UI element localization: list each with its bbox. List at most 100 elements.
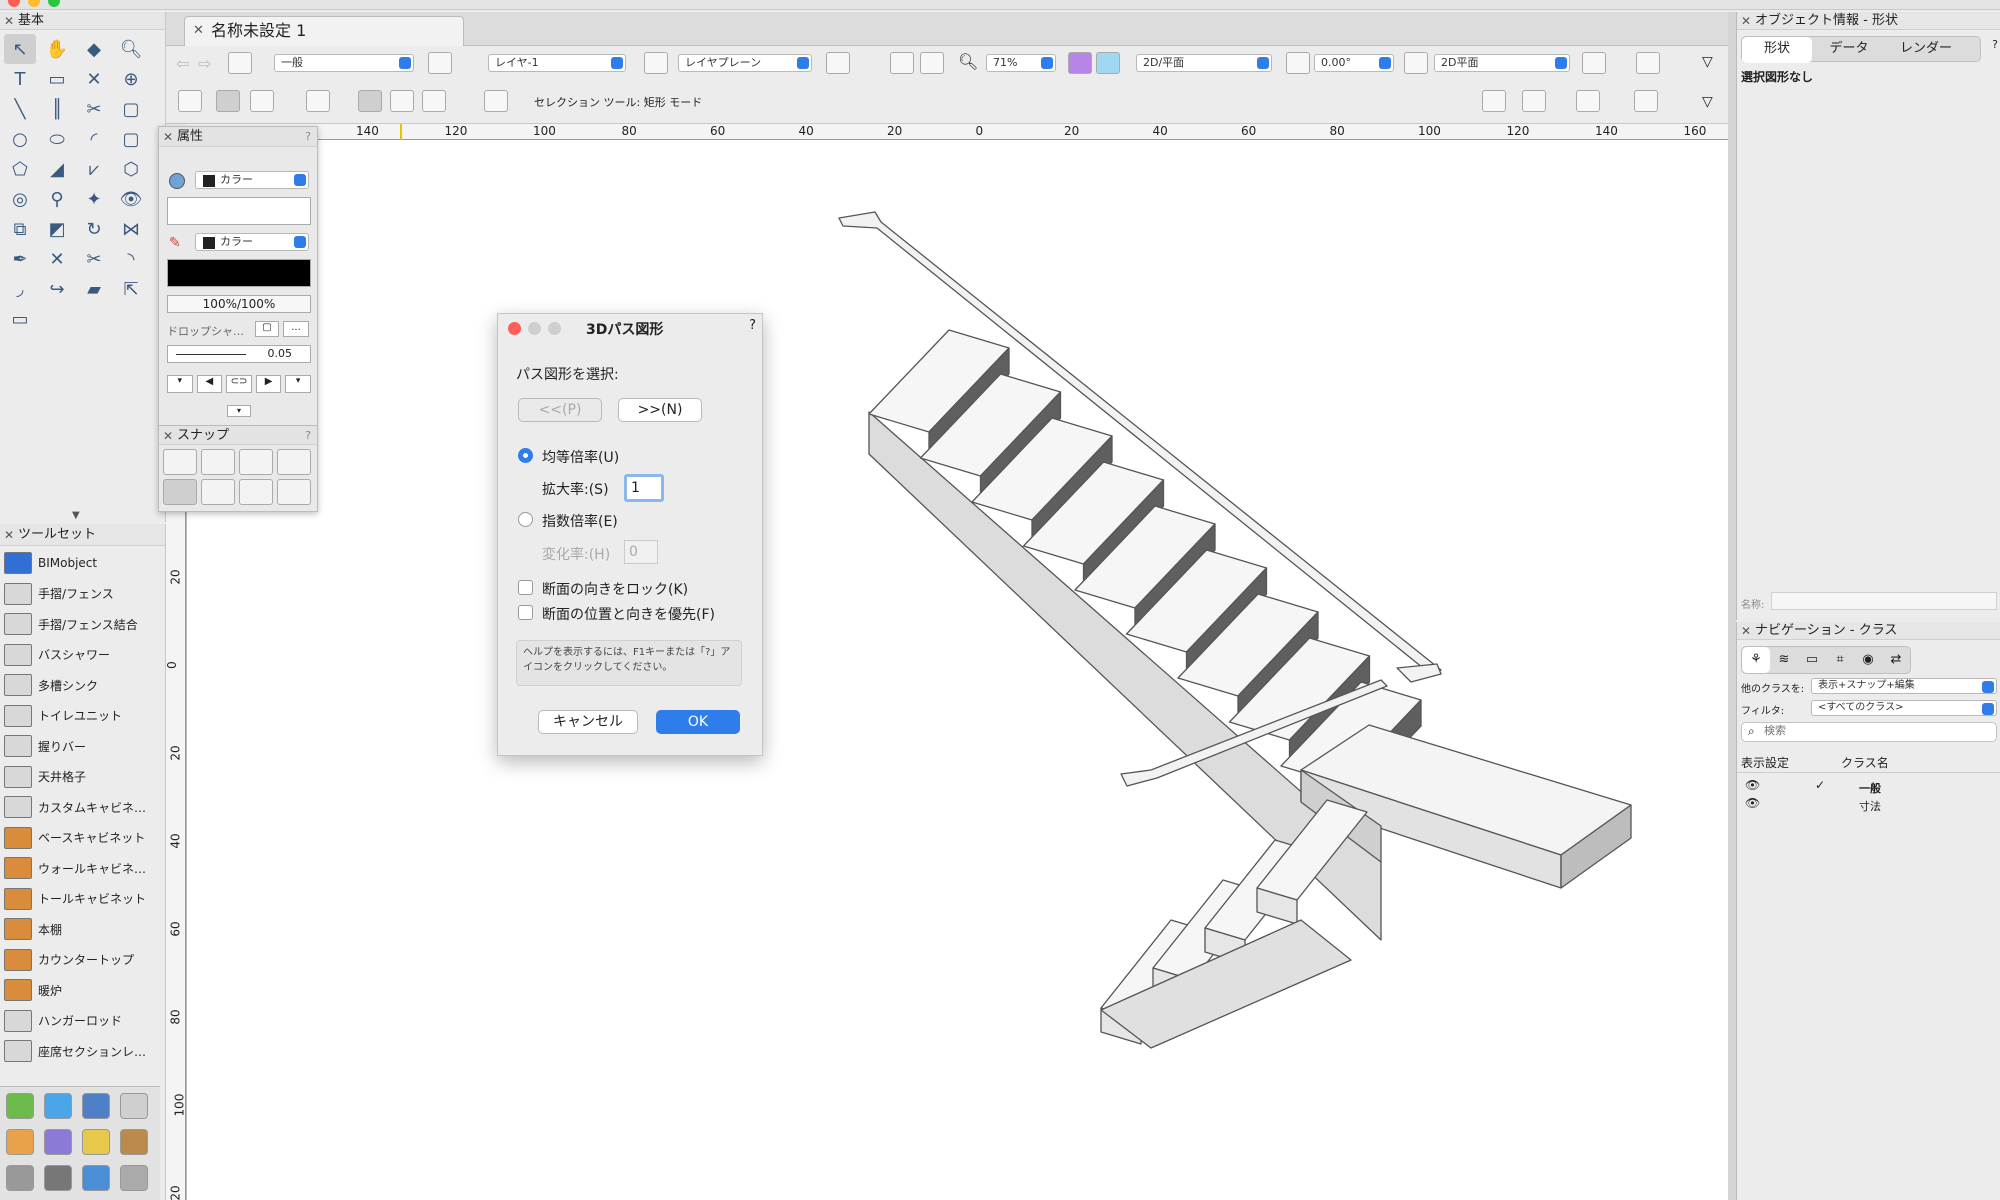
color-icon[interactable] <box>44 1129 72 1155</box>
magnifier-icon[interactable]: 🔍︎ <box>958 52 978 71</box>
minimize-window-button[interactable] <box>28 0 40 7</box>
layer-select[interactable]: レイヤ-1 <box>488 54 626 72</box>
snap-object-icon[interactable] <box>201 449 235 475</box>
spiral-tool-icon[interactable]: ◎ <box>4 184 36 214</box>
arrow-left-icon[interactable]: ◀ <box>196 375 223 393</box>
callout-tool-icon[interactable]: ▭ <box>41 64 73 94</box>
view-select[interactable]: 2D/平面 <box>1136 54 1272 72</box>
plane-view-icon[interactable] <box>1096 52 1120 74</box>
trim-tool-icon[interactable]: ✕ <box>78 64 110 94</box>
help-icon[interactable]: ? <box>1992 38 1998 51</box>
snap-intersection-icon[interactable] <box>277 449 311 475</box>
tool-preferences-icon[interactable] <box>1482 90 1506 112</box>
sheets-tab-icon[interactable]: ▭ <box>1798 647 1826 673</box>
circle-tool-icon[interactable]: ○ <box>4 124 36 154</box>
stair-model-drawing[interactable] <box>187 140 1729 1200</box>
splitter[interactable] <box>1728 12 1736 1200</box>
snap-distance-icon[interactable] <box>163 479 197 505</box>
zoom-selection-icon[interactable] <box>920 52 944 74</box>
filter-select[interactable]: <すべてのクラス> <box>1811 700 1997 716</box>
connect-tool-icon[interactable]: ↪ <box>41 274 73 304</box>
toolset-item[interactable]: トールキャビネット <box>0 884 162 914</box>
toolset-item[interactable]: 暖炉 <box>0 975 162 1005</box>
globe-icon[interactable] <box>82 1093 110 1119</box>
lock-orientation-checkbox[interactable] <box>518 580 533 595</box>
close-icon[interactable]: ✕ <box>163 426 173 446</box>
help-icon[interactable]: ? <box>305 426 311 446</box>
projection-icon[interactable] <box>1582 52 1606 74</box>
toolset-item[interactable]: 手摺/フェンス <box>0 579 162 609</box>
zoom-select[interactable]: 71% <box>986 54 1056 72</box>
polygon-tool-icon[interactable]: ⬠ <box>4 154 36 184</box>
shape-tool-tool-icon[interactable]: ▭ <box>4 304 36 334</box>
search-field[interactable]: ⌕ <box>1741 722 1997 742</box>
forward-arrow-icon[interactable]: ⇨ <box>198 54 211 73</box>
drop-shadow-more-button[interactable]: ... <box>283 321 309 337</box>
viewports-tab-icon[interactable]: ⌗ <box>1826 647 1854 673</box>
mode-rect-cancel-icon[interactable] <box>178 90 202 112</box>
document-tab[interactable]: ✕ 名称未設定 1 <box>184 16 464 46</box>
annotation-icon[interactable] <box>6 1165 34 1191</box>
magic-wand-tool-icon[interactable]: ✦ <box>78 184 110 214</box>
toolset-item[interactable]: カウンタートップ <box>0 945 162 975</box>
polygon-select-icon[interactable] <box>422 90 446 112</box>
toolset-item[interactable]: 多槽シンク <box>0 670 162 700</box>
settings-gear-icon[interactable] <box>1522 90 1546 112</box>
pen-tool-icon[interactable]: ✒ <box>4 244 36 274</box>
expand-icon[interactable]: ▼ <box>72 510 80 521</box>
visibility-icon[interactable] <box>826 52 850 74</box>
delete-tool-icon[interactable]: ✂ <box>78 94 110 124</box>
references-tab-icon[interactable]: ⇄ <box>1882 647 1910 673</box>
scale-input[interactable]: 1 <box>624 474 664 502</box>
toolset-item[interactable]: ウォールキャビネ… <box>0 853 162 883</box>
cancel-button[interactable]: キャンセル <box>538 710 638 734</box>
rounded-rect-tool-icon[interactable]: ▢ <box>115 124 147 154</box>
layers-tab-icon[interactable]: ≋ <box>1770 647 1798 673</box>
tab-data[interactable]: データ <box>1814 37 1884 63</box>
toolset-item[interactable]: カスタムキャビネ… <box>0 792 162 822</box>
toolset-item[interactable]: 握りバー <box>0 731 162 761</box>
name-field[interactable] <box>1771 592 1997 610</box>
help-icon[interactable]: ? <box>749 318 756 333</box>
expand-attributes-icon[interactable]: ▾ <box>227 405 251 417</box>
text-tool-icon[interactable]: T <box>4 64 36 94</box>
close-tab-icon[interactable]: ✕ <box>193 17 204 45</box>
other-classes-select[interactable]: 表示+スナップ+編集 <box>1811 678 1997 694</box>
close-window-button[interactable] <box>8 0 20 7</box>
rotate-plan-icon[interactable] <box>1286 52 1310 74</box>
views-tab-icon[interactable]: ◉ <box>1854 647 1882 673</box>
layer-plane-select[interactable]: レイヤプレーン <box>678 54 812 72</box>
snap-angle-icon[interactable] <box>239 449 273 475</box>
zoom-window-button[interactable] <box>48 0 60 7</box>
tab-render[interactable]: レンダー <box>1886 37 1966 63</box>
arc-tool-icon[interactable]: ◜ <box>78 124 110 154</box>
toolset-item[interactable]: 天井格子 <box>0 762 162 792</box>
render-mode-icon[interactable] <box>1404 52 1428 74</box>
eyedropper-tool-icon[interactable]: ⚲ <box>41 184 73 214</box>
mode-multi-icon[interactable] <box>250 90 274 112</box>
dialog-close-button[interactable] <box>508 322 521 335</box>
layer-options-icon[interactable] <box>428 52 452 74</box>
site-tools-icon[interactable] <box>6 1093 34 1119</box>
lasso-select-icon[interactable] <box>390 90 414 112</box>
toolset-item[interactable]: バスシャワー <box>0 640 162 670</box>
eraser-tool-icon[interactable]: ▰ <box>78 274 110 304</box>
walkthrough-tool-icon[interactable]: ⊕ <box>115 64 147 94</box>
priority-checkbox[interactable] <box>518 605 533 620</box>
toolset-item[interactable]: トイレユニット <box>0 701 162 731</box>
snap-grid-icon[interactable] <box>163 449 197 475</box>
drawing-canvas[interactable] <box>186 140 1728 1200</box>
exponential-scale-radio[interactable] <box>518 512 533 527</box>
regular-polygon-tool-icon[interactable]: ⬡ <box>115 154 147 184</box>
mirror-tool-icon[interactable]: ⋈ <box>115 214 147 244</box>
toolset-item[interactable]: ベースキャビネット <box>0 823 162 853</box>
plumbing-icon[interactable] <box>82 1165 110 1191</box>
line-tool-icon[interactable]: ╲ <box>4 94 36 124</box>
layer-plane-icon[interactable] <box>644 52 668 74</box>
change-rate-input[interactable]: 0 <box>624 540 658 564</box>
scissors-tool-icon[interactable]: ✂ <box>78 244 110 274</box>
toolset-item[interactable]: ハンガーロッド <box>0 1006 162 1036</box>
cursor-options-icon[interactable] <box>1634 90 1658 112</box>
reshape-tool-icon[interactable]: ⇱ <box>115 274 147 304</box>
split-tool-icon[interactable]: ✕ <box>41 244 73 274</box>
